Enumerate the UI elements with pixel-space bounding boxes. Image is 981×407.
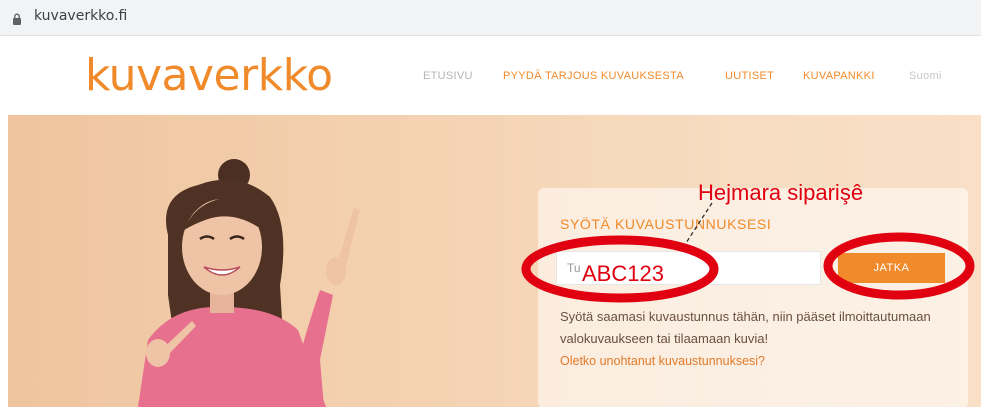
continue-button[interactable]: JATKA [838, 253, 945, 283]
nav-item-kuvapankki[interactable]: KUVAPANKKI [803, 70, 875, 82]
nav-item-uutiset[interactable]: UUTISET [725, 70, 774, 82]
card-description: Syötä saamasi kuvaustunnus tähän, niin p… [560, 309, 931, 346]
code-entry-card: SYÖTÄ KUVAUSTUNNUKSESI Tu JATKA Syötä sa… [538, 188, 968, 407]
example-code-annotation: ABC123 [582, 261, 664, 286]
nav-item-pyyda-tarjous[interactable]: PYYDÄ TARJOUS KUVAUKSESTA [503, 70, 684, 82]
hero-banner: SYÖTÄ KUVAUSTUNNUKSESI Tu JATKA Syötä sa… [8, 115, 981, 407]
lock-icon [12, 10, 22, 29]
address-bar[interactable]: kuvaverkko.fi [0, 0, 981, 36]
order-number-annotation: Hejmara siparişê [698, 180, 864, 205]
card-title: SYÖTÄ KUVAUSTUNNUKSESI [560, 216, 772, 232]
site-logo[interactable]: kuvaverkko [85, 48, 333, 104]
url-text[interactable]: kuvaverkko.fi [34, 8, 127, 24]
hero-girl-image [138, 159, 360, 407]
language-selector[interactable]: Suomi [909, 70, 942, 82]
forgot-code-link[interactable]: Oletko unohtanut kuvaustunnuksesi? [560, 354, 765, 368]
nav-item-etusivu[interactable]: ETUSIVU [423, 70, 473, 82]
